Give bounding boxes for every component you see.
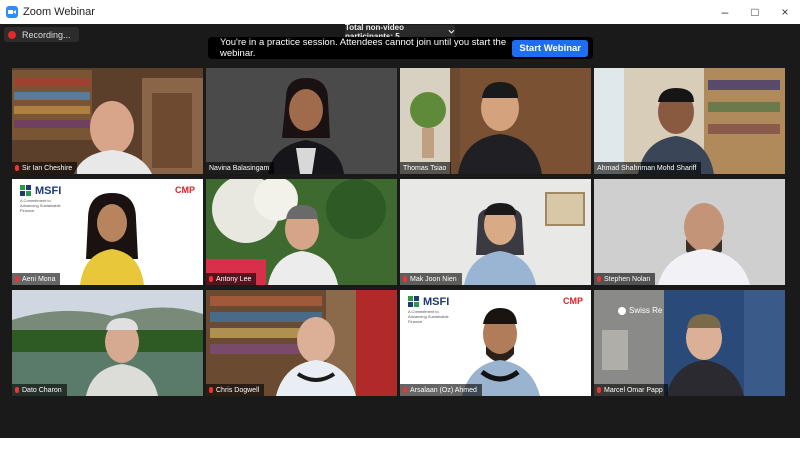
video-tile[interactable]: Thomas Tsiao xyxy=(400,68,591,174)
participant-name: Arsalaan (Oz) Ahmed xyxy=(410,386,477,394)
participant-video xyxy=(594,68,785,174)
participant-name-tag: Aeni Mona xyxy=(12,273,61,285)
video-tile[interactable]: Swiss Re Marcel Omar Papp xyxy=(594,290,785,396)
window-title: Zoom Webinar xyxy=(23,6,95,18)
msfi-logo: MSFI A Commitment to Advancing Sustainab… xyxy=(408,296,458,324)
window-title-bar: Zoom Webinar – □ × xyxy=(0,0,800,24)
msfi-tagline: A Commitment to Advancing Sustainable Fi… xyxy=(408,309,449,324)
muted-mic-icon xyxy=(15,276,19,282)
participant-name-tag: Stephen Nolan xyxy=(594,273,656,285)
swiss-re-logo-text: Swiss Re xyxy=(629,306,663,315)
participant-name: Navina Balasingam xyxy=(209,164,270,172)
video-tile[interactable]: Sir Ian Cheshire xyxy=(12,68,203,174)
msfi-mark-icon xyxy=(20,185,31,196)
recording-label: Recording... xyxy=(22,29,71,40)
swiss-re-mark-icon xyxy=(618,306,626,315)
video-tile[interactable]: Stephen Nolan xyxy=(594,179,785,285)
record-dot-icon xyxy=(8,30,16,39)
bottom-strip xyxy=(0,438,800,450)
participant-video xyxy=(400,68,591,174)
msfi-logo-text: MSFI xyxy=(423,296,450,308)
participant-name: Marcel Omar Papp xyxy=(604,386,663,394)
participant-name-tag: Marcel Omar Papp xyxy=(594,384,668,396)
cmp-logo: CMP xyxy=(175,185,195,195)
participant-name-tag: Arsalaan (Oz) Ahmed xyxy=(400,384,482,396)
practice-session-message: You're in a practice session. Attendees … xyxy=(220,37,507,59)
participant-video xyxy=(594,179,785,285)
video-tile[interactable]: Dato Charon xyxy=(12,290,203,396)
msfi-logo-text: MSFI xyxy=(35,185,62,197)
participant-video xyxy=(12,68,203,174)
participant-name-tag: Antony Lee xyxy=(206,273,257,285)
muted-mic-icon xyxy=(15,165,19,171)
video-tile[interactable]: MSFI A Commitment to Advancing Sustainab… xyxy=(12,179,203,285)
practice-session-banner: You're in a practice session. Attendees … xyxy=(208,37,593,59)
video-tile[interactable]: Navina Balasingam xyxy=(206,68,397,174)
participant-name: Stephen Nolan xyxy=(604,275,651,283)
video-tile[interactable]: Ahmad Shahriman Mohd Shariff xyxy=(594,68,785,174)
cmp-logo-text: CMP xyxy=(563,296,583,306)
close-button[interactable]: × xyxy=(770,5,800,19)
participant-name: Mak Joon Nien xyxy=(410,275,457,283)
participant-video xyxy=(12,290,203,396)
participant-name-tag: Ahmad Shahriman Mohd Shariff xyxy=(594,162,702,174)
participant-name: Antony Lee xyxy=(216,275,252,283)
participant-name: Ahmad Shahriman Mohd Shariff xyxy=(597,164,697,172)
minimize-button[interactable]: – xyxy=(710,5,740,19)
msfi-tagline: A Commitment to Advancing Sustainable Fi… xyxy=(20,198,61,213)
participant-name-tag: Sir Ian Cheshire xyxy=(12,162,78,174)
swiss-re-logo: Swiss Re xyxy=(618,306,662,315)
participant-name: Chris Dogwell xyxy=(216,386,260,394)
msfi-logo: MSFI A Commitment to Advancing Sustainab… xyxy=(20,185,70,213)
participant-name-tag: Chris Dogwell xyxy=(206,384,265,396)
video-tile[interactable]: Antony Lee xyxy=(206,179,397,285)
participant-name: Sir Ian Cheshire xyxy=(22,164,73,172)
start-webinar-button[interactable]: Start Webinar xyxy=(512,39,588,57)
msfi-mark-icon xyxy=(408,296,419,307)
recording-indicator[interactable]: Recording... xyxy=(4,27,79,42)
muted-mic-icon xyxy=(15,387,19,393)
participant-name: Dato Charon xyxy=(22,386,62,394)
video-tile[interactable]: Mak Joon Nien xyxy=(400,179,591,285)
participant-name: Aeni Mona xyxy=(22,275,56,283)
video-tile[interactable]: MSFI A Commitment to Advancing Sustainab… xyxy=(400,290,591,396)
participant-name-tag: Thomas Tsiao xyxy=(400,162,452,174)
muted-mic-icon xyxy=(597,276,601,282)
muted-mic-icon xyxy=(209,387,213,393)
chevron-down-icon xyxy=(448,29,455,34)
participant-video xyxy=(206,179,397,285)
muted-mic-icon xyxy=(403,276,407,282)
participant-name: Thomas Tsiao xyxy=(403,164,447,172)
zoom-app-icon xyxy=(6,6,18,18)
cmp-logo-text: CMP xyxy=(175,185,195,195)
muted-mic-icon xyxy=(403,387,407,393)
cmp-logo: CMP xyxy=(563,296,583,306)
video-tile[interactable]: Chris Dogwell xyxy=(206,290,397,396)
participant-video xyxy=(206,290,397,396)
muted-mic-icon xyxy=(209,276,213,282)
participant-name-tag: Navina Balasingam xyxy=(206,162,275,174)
participant-name-tag: Dato Charon xyxy=(12,384,67,396)
muted-mic-icon xyxy=(597,387,601,393)
maximize-button[interactable]: □ xyxy=(740,5,770,19)
participant-name-tag: Mak Joon Nien xyxy=(400,273,462,285)
participant-video xyxy=(400,179,591,285)
participant-video xyxy=(206,68,397,174)
